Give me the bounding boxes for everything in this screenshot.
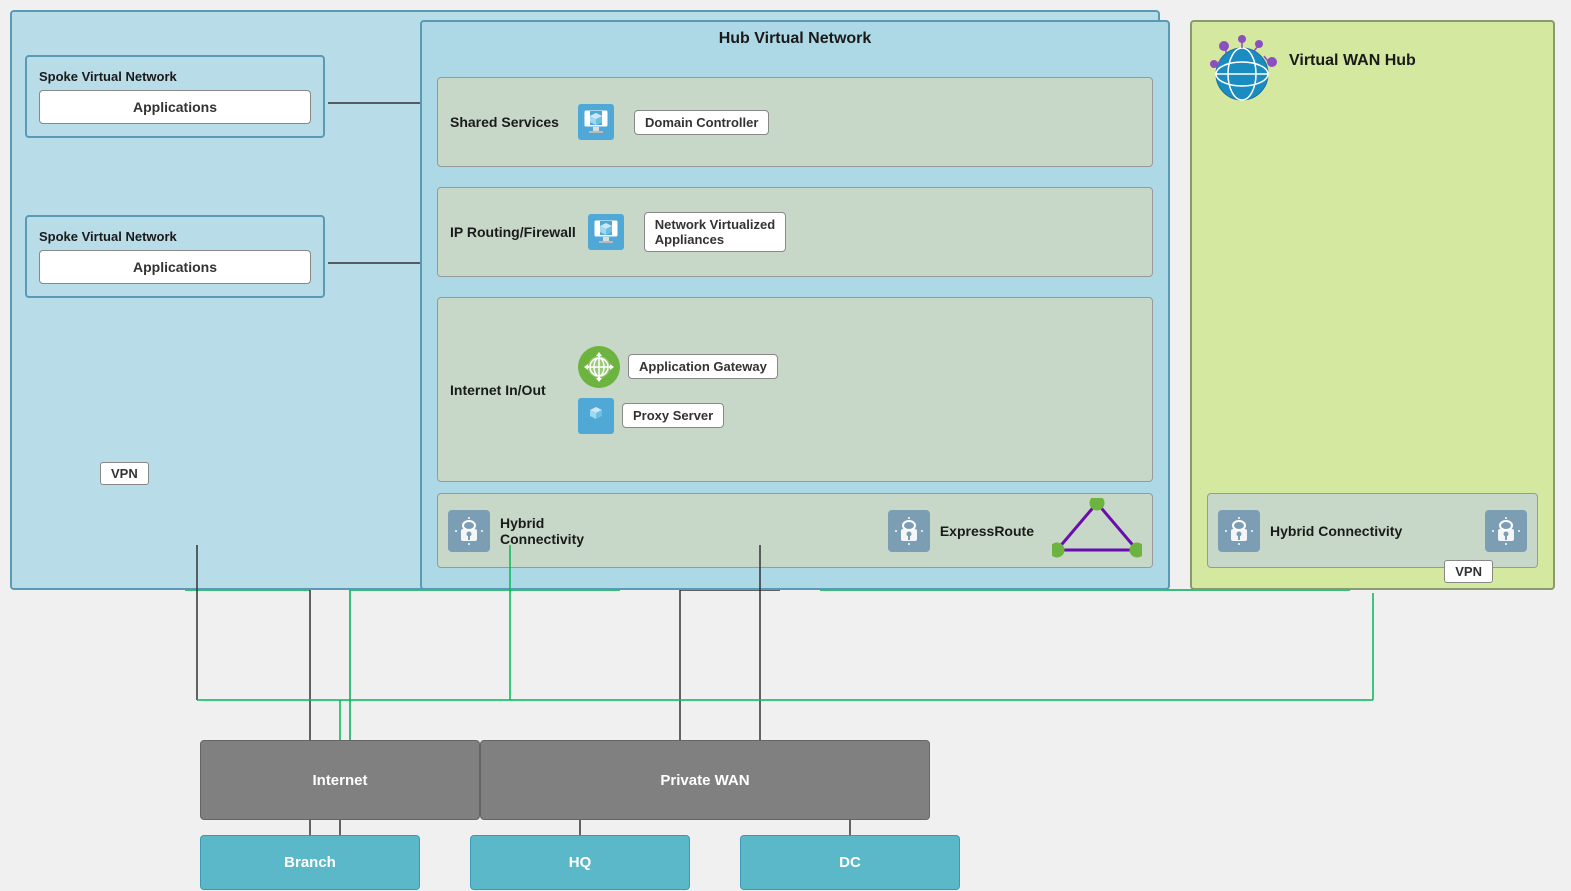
ip-routing-label: IP Routing/Firewall (438, 224, 588, 240)
hybrid-connectivity-label-hub: HybridConnectivity (500, 515, 584, 547)
wan-hybrid-label: Hybrid Connectivity (1270, 523, 1402, 539)
shared-services-icon (578, 104, 614, 140)
virtual-wan-hub: Virtual WAN Hub Hybrid Connectivity (1190, 20, 1555, 590)
proxy-server-icon (578, 398, 614, 434)
spoke1-app: Applications (39, 90, 311, 124)
spoke-vnet-1: Spoke Virtual Network Applications (25, 55, 325, 138)
ip-routing-row: IP Routing/Firewall Network VirtualizedA… (437, 187, 1153, 277)
spoke2-app: Applications (39, 250, 311, 284)
hybrid-row-wan: Hybrid Connectivity (1207, 493, 1538, 568)
internet-inout-row: Internet In/Out (437, 297, 1153, 482)
hub-title: Hub Virtual Network (422, 22, 1168, 52)
wan-hybrid-icon2 (1485, 510, 1527, 552)
private-wan-label: Private WAN (660, 772, 749, 789)
hub-vnet: Hub Virtual Network Shared Services Doma… (420, 20, 1170, 590)
vpn-left-label: VPN (100, 462, 149, 485)
spoke1-label: Spoke Virtual Network (39, 69, 311, 84)
shared-services-label: Shared Services (438, 114, 578, 130)
expressroute-triangle (1052, 498, 1142, 563)
wan-vpn-label: VPN (1444, 560, 1493, 583)
domain-controller-box: Domain Controller (634, 110, 769, 135)
spoke2-label: Spoke Virtual Network (39, 229, 311, 244)
hybrid-vpn-icon (448, 510, 490, 552)
app-gateway-icon (578, 346, 620, 388)
internet-box: Internet (200, 740, 480, 820)
app-gateway-label: Application Gateway (639, 359, 767, 374)
app-gateway-box: Application Gateway (628, 354, 778, 379)
hq-label: HQ (569, 854, 592, 871)
branch-box: Branch (200, 835, 420, 890)
dc-box: DC (740, 835, 960, 890)
nva-label: Network VirtualizedAppliances (655, 217, 775, 247)
nva-box: Network VirtualizedAppliances (644, 212, 786, 252)
expressroute-label: ExpressRoute (940, 523, 1034, 539)
ip-routing-icon (588, 214, 624, 250)
dc-label: DC (839, 854, 861, 871)
branch-label: Branch (284, 854, 336, 871)
wan-hybrid-icon1 (1218, 510, 1260, 552)
internet-inout-label: Internet In/Out (438, 382, 578, 398)
internet-label: Internet (312, 772, 367, 789)
globe-wan-icon (1204, 34, 1279, 114)
hybrid-row-hub: HybridConnectivity ExpressRoute (437, 493, 1153, 568)
hq-box: HQ (470, 835, 690, 890)
spoke-vnet-2: Spoke Virtual Network Applications (25, 215, 325, 298)
shared-services-row: Shared Services Domain Controller (437, 77, 1153, 167)
proxy-server-label: Proxy Server (633, 408, 713, 423)
proxy-server-box: Proxy Server (622, 403, 724, 428)
expressroute-icon (888, 510, 930, 552)
private-wan-box: Private WAN (480, 740, 930, 820)
wan-hub-title: Virtual WAN Hub (1289, 34, 1416, 70)
domain-controller-label: Domain Controller (645, 115, 758, 130)
